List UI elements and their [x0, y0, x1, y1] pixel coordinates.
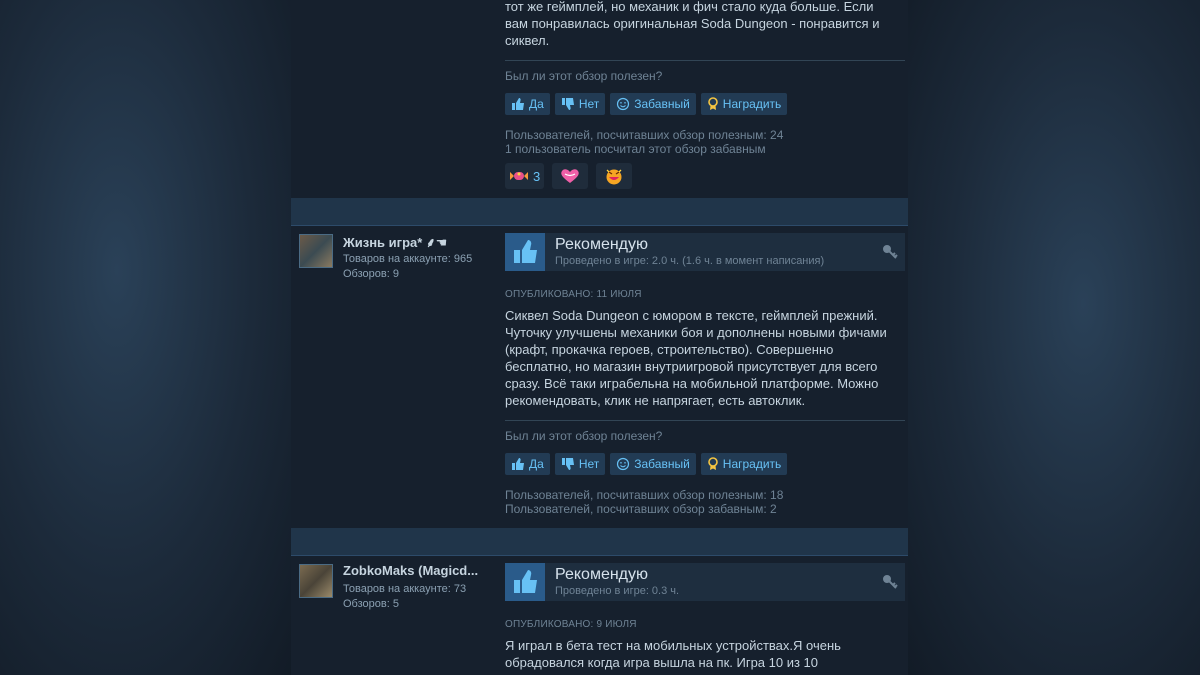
user-meta: Товаров на аккаунте: 73 Обзоров: 5 [343, 582, 466, 612]
award-button[interactable]: Наградить [700, 93, 788, 115]
products-count[interactable]: Товаров на аккаунте: 965 [343, 252, 472, 267]
thumbs-down-icon [561, 98, 574, 110]
review-card-1: тот же геймплей, но механик и фич стало … [291, 0, 908, 198]
award-icon [707, 97, 718, 110]
key-icon [881, 243, 899, 266]
review-card-2: Жизнь игра* ⸙☚ Товаров на аккаунте: 965 … [291, 226, 908, 528]
username[interactable]: ZobkoMaks (Magicd... [343, 563, 478, 578]
smiley-icon [617, 457, 630, 471]
review-text: Сиквел Soda Dungeon с юмором в тексте, г… [505, 308, 887, 408]
separator [505, 420, 905, 421]
vote-yes-button[interactable]: Да [505, 93, 550, 115]
reaction-heart[interactable] [552, 163, 589, 189]
avatar[interactable] [299, 234, 333, 268]
helpful-prompt: Был ли этот обзор полезен? [505, 429, 663, 443]
reaction-grin[interactable] [596, 163, 633, 189]
avatar[interactable] [299, 564, 333, 598]
reactions-row: 3 [505, 163, 633, 189]
review-gap [291, 528, 908, 556]
sweet-award-icon [510, 172, 528, 180]
thumbs-up-icon[interactable] [505, 233, 545, 271]
thumbs-down-icon [561, 458, 574, 470]
review-stats: Пользователей, посчитавших обзор полезны… [505, 488, 784, 516]
vote-funny-button[interactable]: Забавный [610, 93, 696, 115]
verdict-title[interactable]: Рекомендую [555, 236, 648, 254]
vote-no-button[interactable]: Нет [554, 93, 606, 115]
playtime: Проведено в игре: 2.0 ч. (1.6 ч. в момен… [555, 255, 825, 267]
background-left [0, 0, 292, 675]
separator [505, 60, 905, 61]
smiley-icon [617, 97, 630, 111]
award-button[interactable]: Наградить [700, 453, 788, 475]
reviews-column: тот же геймплей, но механик и фич стало … [291, 0, 908, 675]
background-right [908, 0, 1200, 675]
review-gap [291, 198, 908, 226]
products-count[interactable]: Товаров на аккаунте: 73 [343, 582, 466, 597]
helpful-prompt: Был ли этот обзор полезен? [505, 69, 663, 83]
key-icon [881, 573, 899, 596]
thumbs-up-icon [512, 458, 524, 470]
review-card-3: ZobkoMaks (Magicd... Товаров на аккаунте… [291, 556, 908, 675]
posted-date: ОПУБЛИКОВАНО: 11 ИЮЛЯ [505, 289, 642, 300]
vote-yes-button[interactable]: Да [505, 453, 550, 475]
thumbs-up-icon[interactable] [505, 563, 545, 601]
posted-date: ОПУБЛИКОВАНО: 9 ИЮЛЯ [505, 619, 637, 630]
vote-buttons: Да Нет Забавный Наградить [505, 453, 788, 475]
verdict-bar: Рекомендую Проведено в игре: 2.0 ч. (1.6… [505, 233, 905, 271]
verdict-bar: Рекомендую Проведено в игре: 0.3 ч. [505, 563, 905, 601]
reaction-sweet[interactable]: 3 [505, 163, 545, 189]
vote-no-button[interactable]: Нет [554, 453, 606, 475]
user-meta: Товаров на аккаунте: 965 Обзоров: 9 [343, 252, 472, 282]
vote-funny-button[interactable]: Забавный [610, 453, 696, 475]
reviews-count[interactable]: Обзоров: 9 [343, 267, 472, 282]
verdict-title[interactable]: Рекомендую [555, 566, 648, 584]
award-icon [707, 457, 718, 470]
thumbs-up-icon [512, 98, 524, 110]
username[interactable]: Жизнь игра* ⸙☚ [343, 233, 447, 251]
playtime: Проведено в игре: 0.3 ч. [555, 585, 680, 597]
vote-buttons: Да Нет Забавный Наградить [505, 93, 788, 115]
grin-award-icon [606, 169, 622, 185]
heart-award-icon [561, 169, 579, 183]
review-stats: Пользователей, посчитавших обзор полезны… [505, 128, 784, 156]
reviews-count[interactable]: Обзоров: 5 [343, 597, 466, 612]
review-text: Я играл в бета тест на мобильных устройс… [505, 638, 841, 670]
review-text: тот же геймплей, но механик и фич стало … [505, 0, 880, 48]
